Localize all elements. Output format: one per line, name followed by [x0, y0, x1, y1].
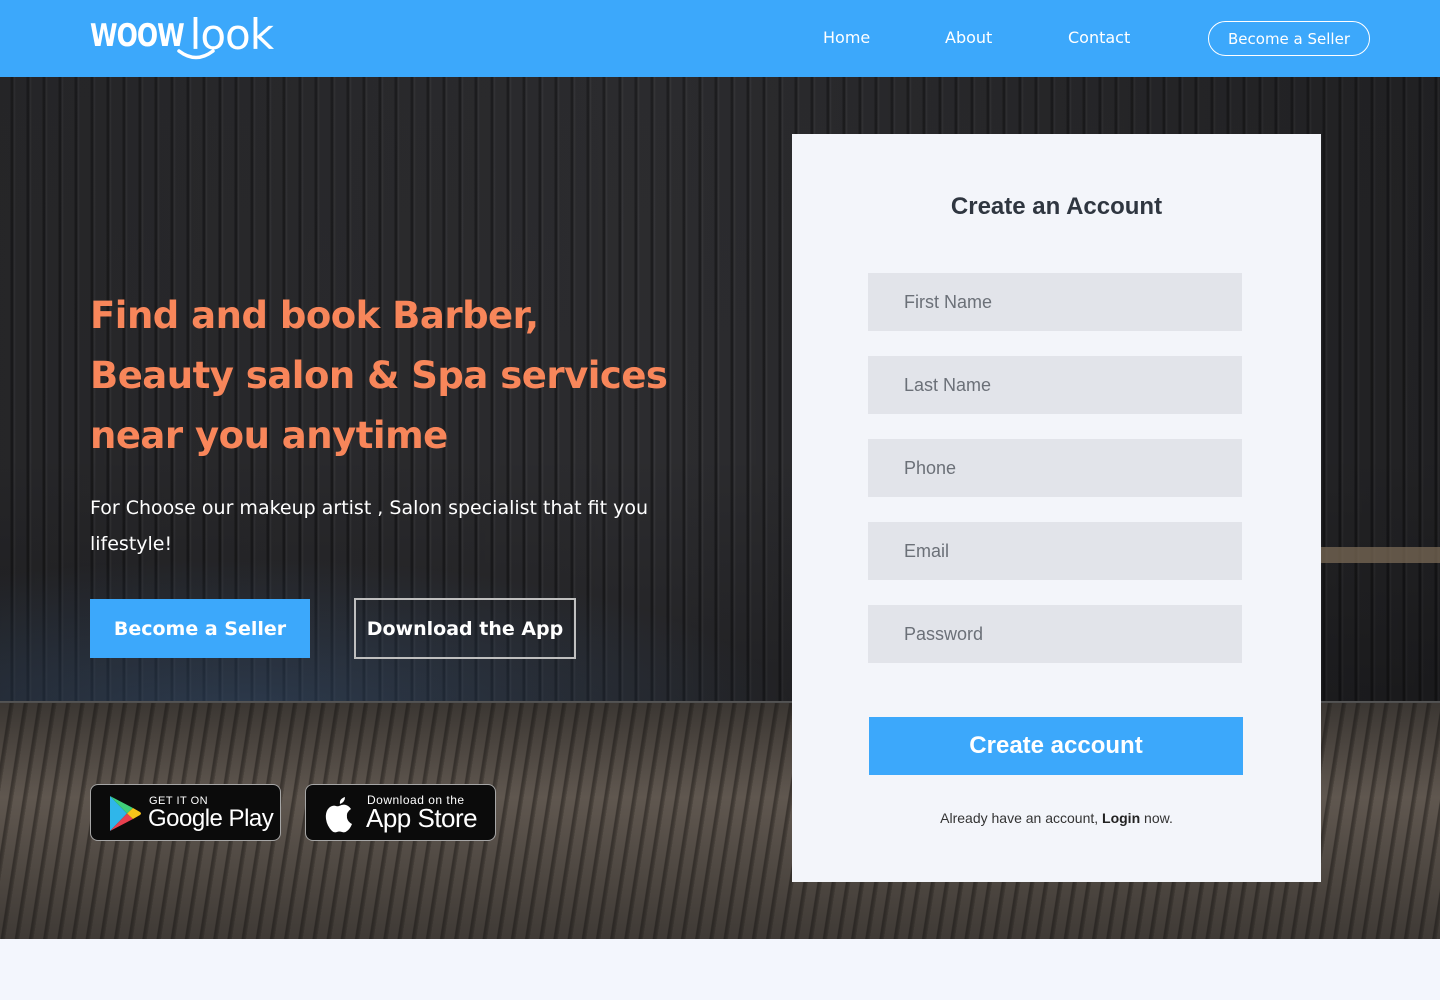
create-account-title: Create an Account	[950, 193, 1163, 220]
phone-input[interactable]	[868, 439, 1242, 497]
login-prompt: Already have an account, Login now.	[792, 810, 1321, 826]
app-store-badge[interactable]: Download on the App Store	[305, 784, 496, 841]
login-prompt-prefix: Already have an account,	[940, 810, 1103, 826]
create-account-form: Create an Account Create account Already…	[792, 134, 1321, 882]
nav-about-link[interactable]: About	[945, 27, 992, 49]
last-name-input[interactable]	[868, 356, 1242, 414]
login-link[interactable]: Login	[1102, 810, 1140, 826]
email-input[interactable]	[868, 522, 1242, 580]
logo-woow-text: WOOW	[90, 17, 185, 54]
first-name-input[interactable]	[868, 273, 1242, 331]
login-prompt-suffix: now.	[1140, 810, 1173, 826]
nav-home-link[interactable]: Home	[823, 27, 870, 49]
google-play-big-text: Google Play	[148, 805, 274, 832]
google-play-icon	[110, 796, 141, 831]
app-store-big-text: App Store	[366, 803, 478, 833]
nav-become-seller-button[interactable]: Become a Seller	[1208, 21, 1370, 56]
password-input[interactable]	[868, 605, 1242, 663]
page-bottom-section	[0, 939, 1440, 1000]
hero-subtitle: For Choose our makeup artist , Salon spe…	[90, 497, 649, 555]
google-play-badge[interactable]: GET IT ON Google Play	[90, 784, 281, 841]
woowlook-logo[interactable]: WOOW look	[90, 14, 274, 62]
nav-contact-link[interactable]: Contact	[1068, 27, 1130, 49]
logo-smile-icon	[177, 49, 215, 60]
top-nav-bar: WOOW look Home About Contact Become a Se…	[0, 0, 1440, 77]
hero-background-counter	[1320, 547, 1440, 563]
hero-become-seller-button[interactable]: Become a Seller	[90, 599, 310, 658]
apple-icon	[325, 797, 352, 833]
download-app-button[interactable]: Download the App	[354, 598, 576, 659]
hero-headline: Find and book Barber, Beauty salon & Spa…	[90, 294, 668, 457]
create-account-button[interactable]: Create account	[869, 717, 1243, 775]
